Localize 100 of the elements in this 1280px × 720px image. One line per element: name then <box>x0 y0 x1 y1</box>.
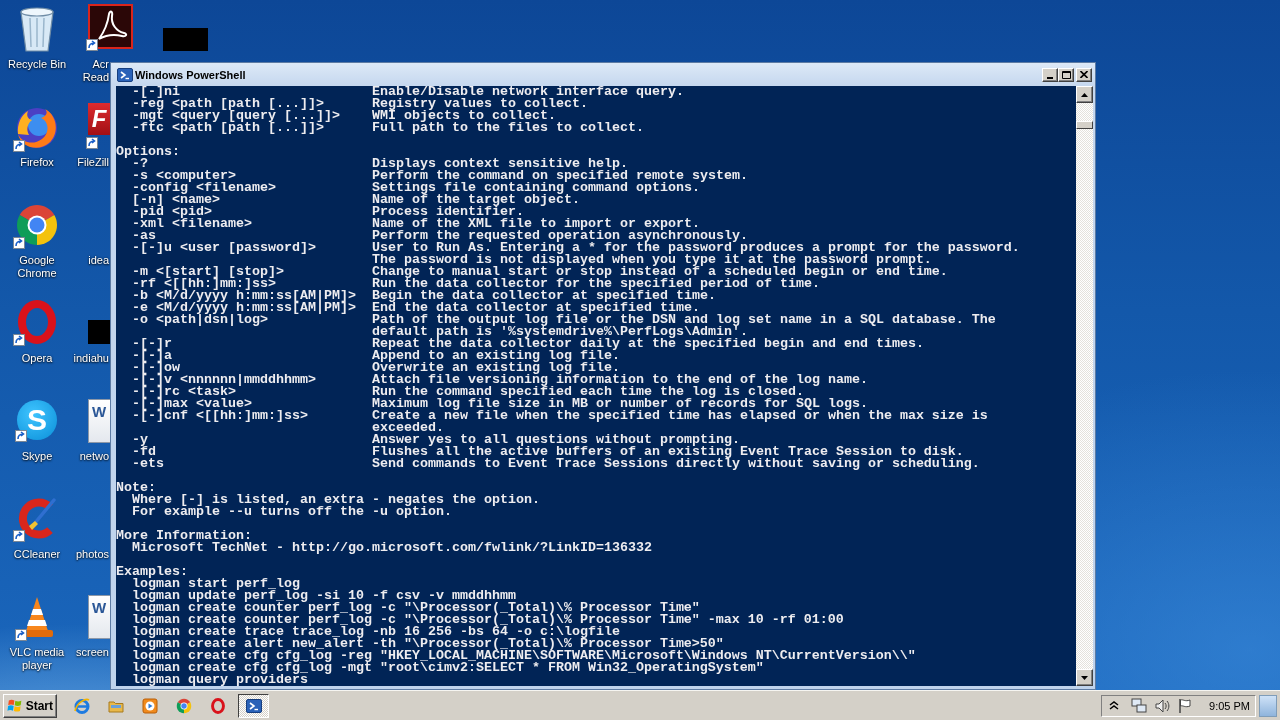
scrollbar[interactable] <box>1076 86 1093 686</box>
down-arrow-icon[interactable] <box>1081 675 1088 680</box>
desktop-icon-label[interactable]: FileZill <box>77 156 109 169</box>
desktop-icon-label[interactable]: VLC media player <box>9 646 65 672</box>
section-heading: Examples: <box>116 566 188 578</box>
clock-text[interactable]: 9:05 PM <box>1209 699 1250 712</box>
option-description: Answer yes to all questions without prompting. <box>372 434 740 446</box>
option-description: Run the data collector for the specified period of time. <box>372 278 820 290</box>
console-text: logman update perf_log -si 10 -f csv -v mmddhhmm <box>132 590 516 602</box>
desktop-icon-label[interactable]: CCleaner <box>13 548 61 561</box>
option-description: Process identifier. <box>372 206 524 218</box>
option-syntax: -as <box>132 230 156 242</box>
start-button[interactable]: Start <box>3 693 57 718</box>
option-description: Overwrite an existing log file. <box>372 362 620 374</box>
option-syntax: -mgt <query [query [...]]> <box>132 110 340 122</box>
option-syntax: -[-]max <value> <box>132 398 252 410</box>
console-text: logman create trace trace_log -nb 16 256 -bs 64 -o c:\logfile <box>132 626 620 638</box>
option-syntax: -e <M/d/yyyy h:mm:ss[AM|PM]> <box>132 302 356 314</box>
option-syntax: -pid <pid> <box>132 206 212 218</box>
option-description: Maximum log file size in MB or number of records for SQL logs. <box>372 398 868 410</box>
document-icon[interactable]: W <box>88 595 110 639</box>
scroll-thumb[interactable] <box>1076 121 1093 129</box>
option-syntax: -[-]rc <task> <box>132 386 236 398</box>
wheel-logo-icon[interactable] <box>15 203 59 247</box>
shortcut-arrow-icon[interactable] <box>86 39 98 51</box>
option-description: Registry values to collect. <box>372 98 588 110</box>
option-description: Begin the data collector at specified time. <box>372 290 716 302</box>
browser-logo-icon[interactable] <box>74 697 90 714</box>
option-description: Run the command specified each time the log is closed. <box>372 386 804 398</box>
close-button[interactable] <box>1076 67 1092 82</box>
desktop-icon-label[interactable]: Firefox <box>20 156 54 169</box>
recycle-bin-icon[interactable] <box>17 6 57 52</box>
terminal-icon[interactable] <box>245 697 262 714</box>
flag-icon[interactable] <box>1177 697 1194 714</box>
option-description: Change to manual start or stop instead of a scheduled begin or end time. <box>372 266 948 278</box>
desktop-icon-label[interactable]: Skype <box>21 450 53 463</box>
taskbar-button[interactable] <box>238 693 269 718</box>
option-description: Name of the XML file to import or export. <box>372 218 700 230</box>
desktop-icon-label[interactable]: photos <box>75 548 109 561</box>
volume-icon[interactable] <box>1154 697 1171 714</box>
option-syntax: -b <M/d/yyyy h:mm:ss[AM|PM]> <box>132 290 356 302</box>
option-syntax: -config <filename> <box>132 182 276 194</box>
desktop-icon-label[interactable]: screen <box>75 646 109 659</box>
option-syntax: -xml <filename> <box>132 218 252 230</box>
option-description: Perform the command on specified remote system. <box>372 170 748 182</box>
minimize-icon[interactable] <box>1047 76 1053 79</box>
shortcut-arrow-icon[interactable] <box>13 334 25 346</box>
shortcut-arrow-icon[interactable] <box>15 629 27 641</box>
desktop-icon-label[interactable]: netwo <box>79 450 109 463</box>
redacted-block <box>88 320 110 344</box>
console-text: For example --u turns off the -u option. <box>132 506 452 518</box>
option-description: End the data collector at specified time. <box>372 302 700 314</box>
globe-logo-icon[interactable] <box>15 106 59 150</box>
option-description: Full path to the files to collect. <box>372 122 644 134</box>
desktop-icon-label[interactable]: idea <box>88 254 109 267</box>
shortcut-arrow-icon[interactable] <box>86 137 98 149</box>
option-description: Repeat the data collector daily at the specified begin and end times. <box>372 338 924 350</box>
option-syntax: -[-]ow <box>132 362 180 374</box>
option-syntax: -m <[start] [stop]> <box>132 266 284 278</box>
option-syntax: -ftc <path [path [...]]> <box>132 122 324 134</box>
console-text: logman create counter perf_log -c "\Processor(_Total)\% Processor Time" -max 10 -rf 01:00 <box>132 614 844 626</box>
console-text: logman create cfg cfg_log -mgt "root\cimv2:SELECT * FROM Win32_OperatingSystem" <box>132 662 764 674</box>
option-syntax: -[-]u <user [password]> <box>132 242 316 254</box>
option-syntax: -[-]r <box>132 338 172 350</box>
option-syntax: -rf <[[hh:]mm:]ss> <box>132 278 276 290</box>
option-syntax: -[-]a <box>132 350 172 362</box>
option-syntax: -reg <path [path [...]]> <box>132 98 324 110</box>
desktop-icon-label[interactable]: Acr Read <box>82 58 109 84</box>
section-heading: Note: <box>116 482 156 494</box>
ring-logo-icon[interactable] <box>15 300 59 344</box>
terminal-icon[interactable] <box>117 66 133 83</box>
option-syntax: -s <computer> <box>132 170 236 182</box>
letter-tile-icon[interactable]: F <box>88 103 110 135</box>
scroll-up-button[interactable] <box>1076 86 1093 103</box>
minimize-button[interactable] <box>1042 67 1058 82</box>
option-description: Settings file containing command options. <box>372 182 700 194</box>
console-text: logman create counter perf_log -c "\Processor(_Total)\% Processor Time" <box>132 602 700 614</box>
shortcut-arrow-icon[interactable] <box>13 530 25 542</box>
option-syntax: -[-]ni <box>132 86 180 98</box>
desktop-icon-label[interactable]: Opera <box>21 352 53 365</box>
desktop-icon-label[interactable]: Google Chrome <box>17 254 57 280</box>
option-description: Name of the target object. <box>372 194 580 206</box>
document-icon[interactable]: W <box>88 399 110 443</box>
close-icon[interactable] <box>1080 71 1088 78</box>
shortcut-arrow-icon[interactable] <box>13 237 25 249</box>
option-syntax: -[-]cnf <[[hh:]mm:]ss> <box>132 410 308 422</box>
desktop-icon-label[interactable]: Recycle Bin <box>7 58 67 71</box>
console-text: logman create cfg cfg_log -reg "HKEY_LOCAL_MACHINE\SOFTWARE\Microsoft\Windows NT\CurrentVersion\\" <box>132 650 916 662</box>
shortcut-arrow-icon[interactable] <box>13 140 25 152</box>
option-syntax: -o <path|dsn|log> <box>132 314 268 326</box>
option-syntax: -ets <box>132 458 164 470</box>
shortcut-arrow-icon[interactable] <box>15 430 27 442</box>
up-arrow-icon[interactable] <box>1081 92 1088 97</box>
option-description: Send commands to Event Trace Sessions directly without saving or scheduling. <box>372 458 980 470</box>
desktop-icon-label[interactable]: indiahu <box>73 352 109 365</box>
document-logo-icon[interactable] <box>88 4 133 49</box>
option-description: Displays context sensitive help. <box>372 158 628 170</box>
scroll-down-button[interactable] <box>1076 669 1093 686</box>
network-icon[interactable] <box>1131 697 1148 714</box>
play-logo-icon[interactable] <box>142 697 158 714</box>
